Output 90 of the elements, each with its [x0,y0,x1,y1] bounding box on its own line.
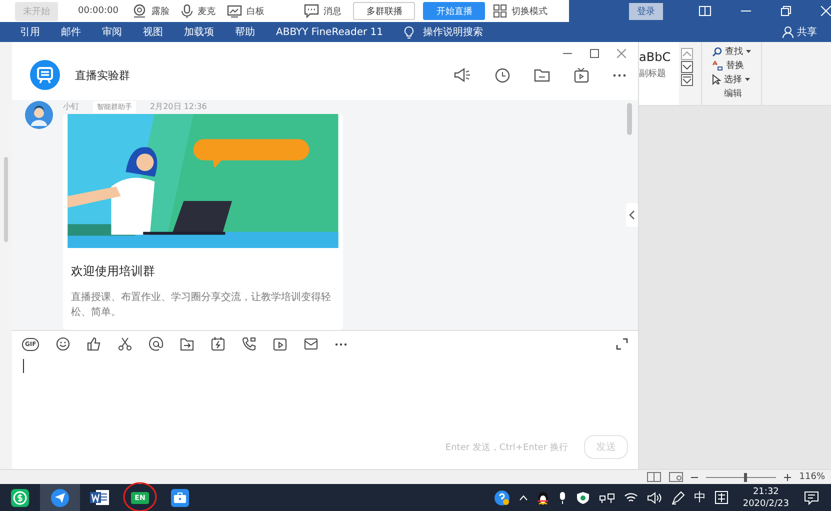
clock-time: 21:32 [752,486,779,498]
network-icon[interactable] [598,492,615,504]
zoom-in-icon[interactable] [784,474,792,480]
ribbon-tab[interactable]: 视图 [143,25,163,39]
send-hint: Enter 发送，Ctrl+Enter 换行 [445,442,568,454]
mail-icon[interactable] [304,338,318,350]
smiley-icon[interactable] [56,337,70,351]
dropdown-arrow-icon [746,50,751,53]
gallery-more-icon[interactable] [681,74,693,86]
clock-icon[interactable] [495,68,510,82]
dropdown-arrow-icon [745,78,750,81]
editing-button[interactable]: 替换 [712,59,751,72]
scissors-icon[interactable] [118,337,132,351]
person-icon [782,26,794,38]
message-time: 2月20日 12:36 [150,101,207,114]
cursor-icon [712,74,721,85]
replace-icon [712,60,723,70]
flash-card-icon[interactable] [211,337,226,351]
clock[interactable]: 21:32 2020/2/23 [742,486,789,510]
restore-icon[interactable] [781,6,791,16]
card-description: 直播授课、布置作业、学习圈分享交流，让教学培训变得轻松、简单。 [70,290,332,320]
group-logo-icon [30,60,60,90]
tv-icon[interactable] [574,68,589,82]
shield-icon[interactable] [576,490,590,504]
ime-settings-icon[interactable] [714,491,728,504]
clock-date: 2020/2/23 [742,498,789,510]
at-sign-icon[interactable] [149,337,164,351]
ribbon-tab[interactable]: 引用 [20,25,40,39]
ribbon-tab[interactable]: ABBYY FineReader 11 [276,26,383,38]
sender-name: 小钉 [63,101,79,114]
microphone-icon [181,4,194,18]
pen-icon[interactable] [670,490,685,504]
more-icon[interactable] [335,342,348,346]
editing-button[interactable]: 选择 [712,73,751,86]
ribbon-tab[interactable]: 帮助 [235,25,255,39]
login-button[interactable]: 登录 [629,2,663,20]
close-icon[interactable] [617,49,626,58]
card-title: 欢迎使用培训群 [70,263,156,280]
zoom-level[interactable]: 116% [799,472,825,482]
video-icon[interactable] [273,337,288,351]
penguin-icon[interactable] [536,490,549,504]
help-icon[interactable] [494,490,510,506]
ribbon-tab[interactable]: 审阅 [102,25,122,39]
folder-icon[interactable] [534,68,550,82]
expand-icon[interactable] [616,338,628,350]
ribbon-tab[interactable]: 邮件 [61,25,81,39]
paper-plane-app-icon [51,488,69,506]
live-button[interactable]: 多群联播 [353,2,416,20]
input-mode-indicator[interactable]: 中 [694,489,706,506]
briefcase-app-icon [171,488,189,506]
chat-bubble-icon [304,4,320,18]
timer: 00:00:00 [78,6,118,16]
editing-button[interactable]: 查找 [712,45,751,58]
message-card[interactable]: 欢迎使用培训群 直播授课、布置作业、学习圈分享交流，让教学培训变得轻松、简单。 [63,114,343,330]
ribbon-tab[interactable]: 加载项 [184,25,214,39]
folder-arrow-icon[interactable] [180,338,194,350]
lightbulb-icon [404,26,414,38]
thumbs-up-icon[interactable] [87,337,102,351]
toolbar-button[interactable]: 麦克 [181,4,216,18]
megaphone-icon[interactable] [454,68,471,82]
read-mode-icon[interactable] [647,472,662,482]
word-app-icon [90,489,110,506]
grid-icon [493,4,508,18]
tell-me-search[interactable]: 操作说明搜索 [423,25,483,39]
group-label: 编辑 [724,88,743,100]
maximize-icon[interactable] [590,49,599,58]
whiteboard-icon [227,4,242,18]
chevron-up-icon[interactable] [518,494,528,500]
mode-switch-button[interactable]: 切换模式 [493,4,548,18]
scroll-down-icon[interactable] [681,61,693,73]
phone-icon[interactable] [242,337,256,351]
more-icon[interactable] [613,74,626,76]
wifi-icon[interactable] [624,492,638,503]
notification-icon[interactable] [804,490,819,504]
ribbon-display-icon[interactable] [699,6,711,16]
toolbar-button[interactable]: 消息 [304,4,342,18]
speaker-icon[interactable] [646,492,662,504]
dollar-app-icon [11,488,29,506]
style-name: 副标题 [639,68,667,80]
group-title: 直播实验群 [75,68,130,82]
toolbar-button[interactable]: 白板 [227,4,264,18]
taskbar-app[interactable] [40,484,80,511]
toolbar-button[interactable]: 露脸 [132,4,170,18]
camera-icon [132,4,148,18]
zoom-slider[interactable] [706,472,776,482]
share-button[interactable]: 共享 [782,25,817,39]
style-preview[interactable]: aBbC [639,50,679,64]
search-icon [712,46,722,56]
microphone-icon[interactable] [558,490,567,504]
web-layout-icon[interactable] [669,472,684,482]
